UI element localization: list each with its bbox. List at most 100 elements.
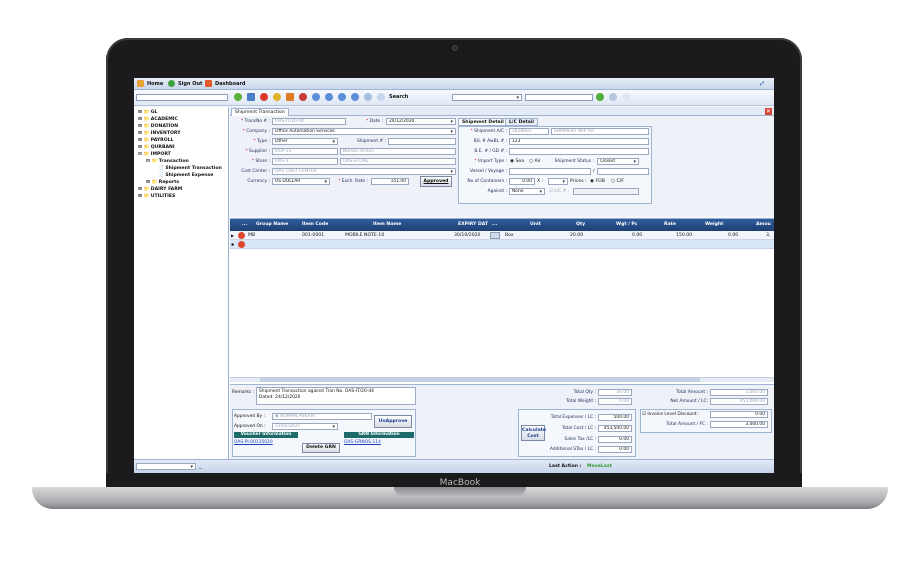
invoice-discount-field[interactable]: 0.00 <box>710 411 768 418</box>
dashboard-link[interactable]: Dashboard <box>215 81 246 87</box>
col-item-code[interactable]: Item Code <box>302 222 328 227</box>
sea-radio[interactable]: ◉ Sea <box>510 159 524 164</box>
col-menu-2[interactable]: ... <box>492 222 497 227</box>
cell-unit[interactable]: Box <box>505 233 514 238</box>
first-record-icon[interactable] <box>312 93 320 101</box>
currency-select[interactable]: US DOLLAR <box>272 178 330 185</box>
lc-checkbox[interactable]: ☑ L/C # : <box>549 189 569 194</box>
cost-center-select[interactable]: OAS COST CENTER <box>272 168 456 175</box>
approved-on-field[interactable]: 23/02/2021 <box>272 423 338 430</box>
col-wgt-pc[interactable]: Wgt / Pc <box>616 222 638 227</box>
prev-record-icon[interactable] <box>325 93 333 101</box>
fob-radio[interactable]: ◉ FOB <box>590 179 605 184</box>
grn-link[interactable]: OAS-GRNOS-114 <box>344 440 381 445</box>
search-clear-icon[interactable] <box>609 93 617 101</box>
delete-row-icon[interactable] <box>238 232 245 239</box>
tab-shipment-detail[interactable]: Shipment Detail <box>458 118 508 126</box>
voucher-link[interactable]: OAS-PI-00135020 <box>234 440 273 445</box>
transno-field[interactable]: OAS-IT/20-44 <box>272 118 346 125</box>
find-icon[interactable] <box>377 93 385 101</box>
invoice-discount-checkbox[interactable]: ☑ Invoice Level Discount : <box>642 412 700 417</box>
shipment-ac-code[interactable]: 1828601 <box>509 128 549 135</box>
print-icon[interactable] <box>286 93 294 101</box>
refresh-icon[interactable] <box>273 93 281 101</box>
lc-field[interactable] <box>573 188 639 195</box>
col-rate[interactable]: Rate <box>664 222 676 227</box>
tab-shipment-transaction[interactable]: Shipment Transaction <box>231 108 289 116</box>
vessel-field[interactable] <box>509 168 591 175</box>
cell-rate[interactable]: 150.00 <box>676 233 692 238</box>
cell-group[interactable]: MB <box>248 233 255 238</box>
tab-lc-detail[interactable]: L/C Detail <box>505 118 538 126</box>
bl-field[interactable]: 123 <box>509 138 649 145</box>
grid-horizontal-scrollbar[interactable] <box>230 377 774 382</box>
container-size-select[interactable] <box>548 178 568 185</box>
disk-icon[interactable] <box>247 93 255 101</box>
tree-item-academic[interactable]: ⊞ 📁 ACADEMIC <box>138 117 178 122</box>
tree-item-utilities[interactable]: ⊞ 📁 UTILITIES <box>138 194 175 199</box>
cell-item-name[interactable]: MOBILE NOTE-10 <box>345 233 384 238</box>
store-code-field[interactable]: OAS-1 <box>272 158 338 165</box>
col-weight[interactable]: Weight <box>705 222 723 227</box>
save-icon[interactable] <box>234 93 242 101</box>
approved-button[interactable]: Approved <box>420 176 452 187</box>
left-search-input[interactable] <box>136 94 228 101</box>
tree-item-qurbani[interactable]: ⊞ 📁 QURBANI <box>138 145 175 150</box>
status-select[interactable] <box>136 463 196 470</box>
col-unit[interactable]: Unit <box>530 222 541 227</box>
tree-item-donation[interactable]: ⊞ 📁 DONATION <box>138 124 178 129</box>
home-link[interactable]: Home <box>147 81 163 87</box>
search-value-input[interactable] <box>525 94 593 101</box>
delete-icon[interactable] <box>260 93 268 101</box>
shipment-ac-name[interactable]: SHIPMENT WIP A/C <box>551 128 649 135</box>
tree-item-shipment-expense[interactable]: 📄 Shipment Expense <box>158 173 213 178</box>
sign-out-link[interactable]: Sign Out <box>178 81 202 87</box>
delete-grn-button[interactable]: Delete GRN <box>302 443 340 453</box>
calculate-cost-button[interactable]: Calculate Cost <box>521 425 546 441</box>
tree-item-payroll[interactable]: ⊞ 📁 PAYROLL <box>138 138 173 143</box>
cell-item-code[interactable]: 001-0001 <box>302 233 324 238</box>
date-field[interactable]: 24/12/2020 <box>386 118 456 125</box>
remarks-textarea[interactable]: Shipment Transaction against Tran No. OA… <box>256 387 416 405</box>
cell-expiry[interactable]: 30/10/2020 <box>454 233 480 238</box>
store-name-field[interactable]: OAS-STORE <box>340 158 456 165</box>
company-select[interactable]: Office Automation Services <box>272 128 456 135</box>
expand-icon[interactable]: ⤢ <box>760 81 764 87</box>
tree-item-gl[interactable]: ⊞ 📁 GL <box>138 110 157 115</box>
be-field[interactable] <box>509 148 649 155</box>
cancel-icon[interactable] <box>299 93 307 101</box>
type-select[interactable]: Other <box>272 138 338 145</box>
unapprove-button[interactable]: UnApprove <box>374 415 412 428</box>
shipment-no-field[interactable] <box>388 138 456 145</box>
shipment-status-select[interactable]: Closed <box>597 158 639 165</box>
col-menu[interactable]: ... <box>242 222 247 227</box>
search-go-icon[interactable] <box>596 93 604 101</box>
exch-rate-field[interactable]: 151.00 <box>371 178 409 185</box>
tree-item-dairy-farm[interactable]: ⊞ 📁 DAIRY FARM <box>138 187 182 192</box>
search-options-icon[interactable] <box>622 93 630 101</box>
tree-item-transaction[interactable]: ⊟ 📁 Transaction <box>146 159 189 164</box>
col-amount[interactable]: Amou <box>756 222 771 227</box>
against-select[interactable]: None <box>509 188 545 195</box>
cell-wgt-pc[interactable]: 0.00 <box>632 233 642 238</box>
table-row[interactable]: ▶ MB 001-0001 MOBILE NOTE-10 30/10/2020 … <box>230 231 774 240</box>
supplier-code-field[interactable]: OUP-15 <box>272 148 338 155</box>
new-row[interactable]: ✱ <box>230 240 774 249</box>
air-radio[interactable]: ○ Air <box>529 159 541 164</box>
cell-weight[interactable]: 0.00 <box>728 233 738 238</box>
cell-qty[interactable]: 20.00 <box>570 233 583 238</box>
col-item-name[interactable]: Item Name <box>373 222 401 227</box>
new-row-delete-icon[interactable] <box>238 241 245 248</box>
close-tab-icon[interactable]: ✕ <box>765 108 772 115</box>
cell-amount[interactable]: 3, <box>766 233 770 238</box>
search-field-select[interactable] <box>452 94 522 101</box>
last-record-icon[interactable] <box>351 93 359 101</box>
supplier-name-field[interactable]: Noman Ansari <box>340 148 456 155</box>
cif-radio[interactable]: ○ C/F <box>611 179 624 184</box>
col-group-name[interactable]: Group Name <box>256 222 288 227</box>
col-qty[interactable]: Qty <box>576 222 585 227</box>
containers-field[interactable]: 0.00 <box>509 178 535 185</box>
tree-item-import[interactable]: ⊟ 📁 IMPORT <box>138 152 171 157</box>
col-expiry[interactable]: EXPIRY DAT <box>458 222 488 227</box>
approved-by-field[interactable]: ◉ NOMAN ANSARI <box>272 413 372 420</box>
